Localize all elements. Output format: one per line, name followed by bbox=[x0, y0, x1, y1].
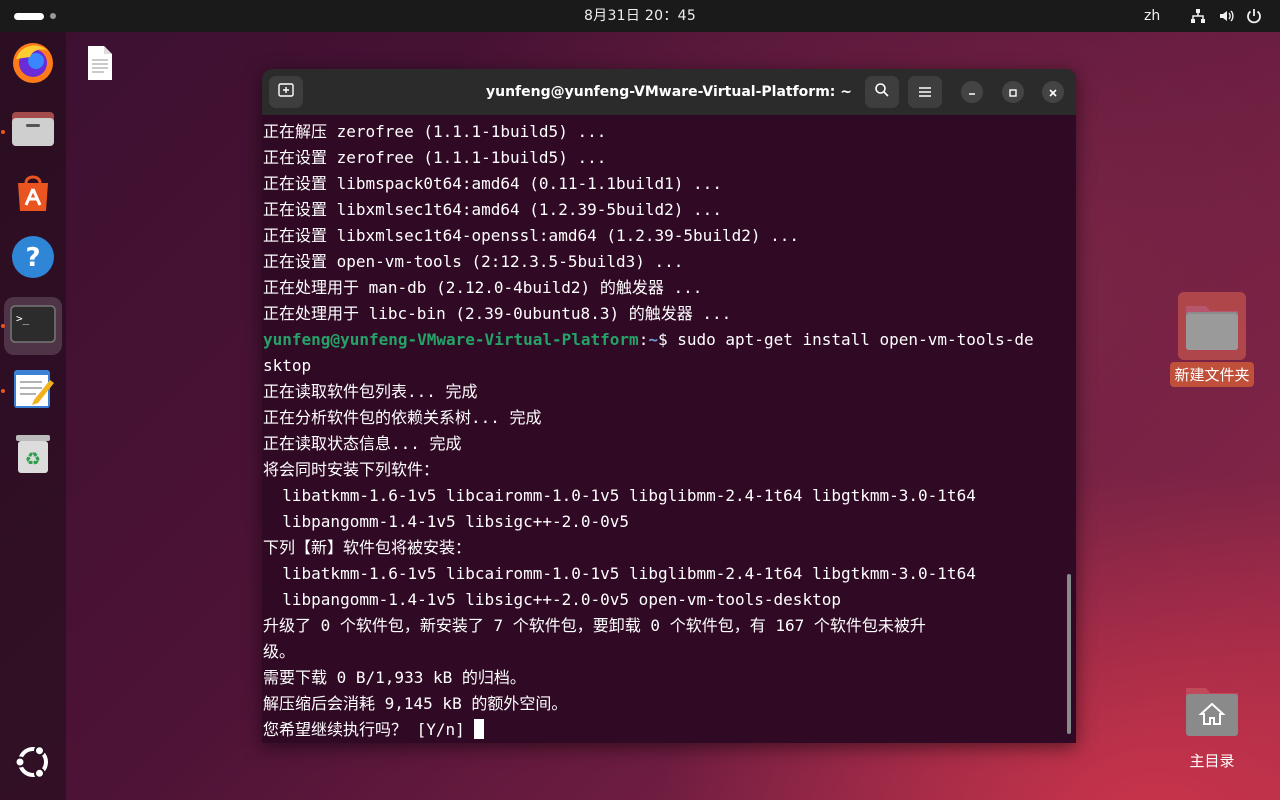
close-icon bbox=[1048, 83, 1058, 102]
power-icon bbox=[1246, 8, 1262, 24]
input-method-indicator[interactable]: zh bbox=[1144, 0, 1160, 32]
terminal-scrollbar[interactable] bbox=[1067, 574, 1071, 734]
output-line: libpangomm-1.4-1v5 libsigc++-2.0-0v5 bbox=[263, 512, 630, 531]
close-button[interactable] bbox=[1042, 81, 1064, 103]
desktop-home-folder[interactable]: 主目录 bbox=[1170, 682, 1254, 771]
prompt-symbol: $ bbox=[657, 330, 668, 349]
clock[interactable]: 8月31日 20：45 bbox=[0, 0, 1280, 32]
output-line: 正在设置 libxmlsec1t64-openssl:amd64 (1.2.39… bbox=[263, 226, 800, 245]
dock-app-center[interactable] bbox=[4, 165, 62, 223]
search-button[interactable] bbox=[865, 76, 899, 108]
svg-text:?: ? bbox=[25, 243, 40, 273]
dock-text-editor[interactable] bbox=[4, 362, 62, 420]
terminal-headerbar[interactable]: yunfeng@yunfeng-VMware-Virtual-Platform:… bbox=[262, 69, 1076, 115]
top-bar: 8月31日 20：45 zh bbox=[0, 0, 1280, 32]
dock-terminal[interactable]: >_ bbox=[4, 297, 62, 355]
output-line: 正在解压 zerofree (1.1.1-1build5) ... bbox=[263, 122, 607, 141]
svg-text:>_: >_ bbox=[16, 312, 30, 325]
dock-files[interactable] bbox=[4, 100, 62, 158]
output-line: libatkmm-1.6-1v5 libcairomm-1.0-1v5 libg… bbox=[263, 486, 976, 505]
maximize-button[interactable] bbox=[1002, 81, 1024, 103]
new-folder-label: 新建文件夹 bbox=[1170, 362, 1254, 387]
trash-icon: ♻ bbox=[10, 431, 56, 481]
home-folder-icon bbox=[1178, 682, 1246, 742]
command-text: sudo apt-get install open-vm-tools-de bbox=[667, 330, 1034, 349]
dock-help[interactable]: ? bbox=[4, 230, 62, 288]
output-line: libatkmm-1.6-1v5 libcairomm-1.0-1v5 libg… bbox=[263, 564, 976, 583]
volume-icon bbox=[1218, 8, 1234, 24]
dock: ? >_ ♻ bbox=[0, 32, 66, 800]
output-line: 正在分析软件包的依赖关系树... 完成 bbox=[263, 408, 542, 427]
desktop-file[interactable] bbox=[74, 34, 124, 84]
command-line: yunfeng@yunfeng-VMware-Virtual-Platform:… bbox=[263, 327, 1062, 353]
output-line: 正在读取状态信息... 完成 bbox=[263, 434, 462, 453]
output-line: 正在读取软件包列表... 完成 bbox=[263, 382, 478, 401]
output-line: 级。 bbox=[263, 642, 296, 661]
output-line: 正在处理用于 libc-bin (2.39-0ubuntu8.3) 的触发器 .… bbox=[263, 304, 732, 323]
text-cursor bbox=[474, 719, 485, 739]
output-line: 正在设置 open-vm-tools (2:12.3.5-5build3) ..… bbox=[263, 252, 684, 271]
folder-icon bbox=[1178, 292, 1246, 360]
files-icon bbox=[10, 104, 56, 154]
show-apps-button[interactable] bbox=[4, 735, 62, 793]
desktop-new-folder[interactable]: 新建文件夹 bbox=[1170, 292, 1254, 387]
firefox-icon bbox=[10, 39, 56, 89]
output-line: 下列【新】软件包将被安装： bbox=[263, 538, 472, 557]
output-line: 解压缩后会消耗 9,145 kB 的额外空间。 bbox=[263, 694, 568, 713]
prompt-separator: : bbox=[638, 330, 649, 349]
confirm-prompt-text: 您希望继续执行吗？ [Y/n] bbox=[263, 720, 475, 739]
search-icon bbox=[874, 82, 890, 102]
running-indicator bbox=[1, 324, 5, 328]
output-line: libpangomm-1.4-1v5 libsigc++-2.0-0v5 ope… bbox=[263, 590, 841, 609]
output-line: 正在设置 libxmlsec1t64:amd64 (1.2.39-5build2… bbox=[263, 200, 722, 219]
output-line: 正在设置 zerofree (1.1.1-1build5) ... bbox=[263, 148, 607, 167]
terminal-output[interactable]: 正在解压 zerofree (1.1.1-1build5) ... 正在设置 z… bbox=[262, 115, 1062, 743]
output-line: 升级了 0 个软件包，新安装了 7 个软件包，要卸载 0 个软件包，有 167 … bbox=[263, 616, 926, 635]
menu-button[interactable] bbox=[908, 76, 942, 108]
output-line: 正在处理用于 man-db (2.12.0-4build2) 的触发器 ... bbox=[263, 278, 703, 297]
network-icon bbox=[1190, 8, 1206, 24]
output-line: 需要下载 0 B/1,933 kB 的归档。 bbox=[263, 668, 526, 687]
terminal-window[interactable]: yunfeng@yunfeng-VMware-Virtual-Platform:… bbox=[262, 69, 1076, 743]
output-line: 正在设置 libmspack0t64:amd64 (0.11-1.1build1… bbox=[263, 174, 722, 193]
minimize-button[interactable] bbox=[961, 81, 983, 103]
hamburger-menu-icon bbox=[918, 83, 932, 102]
output-line: sktop bbox=[263, 356, 312, 375]
prompt-path: ~ bbox=[648, 330, 658, 349]
window-title: yunfeng@yunfeng-VMware-Virtual-Platform:… bbox=[485, 84, 852, 100]
svg-text:♻: ♻ bbox=[25, 449, 41, 470]
confirm-prompt-line[interactable]: 您希望继续执行吗？ [Y/n] bbox=[263, 717, 1062, 743]
help-icon: ? bbox=[10, 234, 56, 284]
text-editor-icon bbox=[10, 366, 56, 416]
minimize-icon bbox=[967, 83, 977, 102]
document-icon bbox=[74, 46, 124, 88]
system-tray[interactable] bbox=[1190, 7, 1262, 25]
app-center-icon bbox=[10, 169, 56, 219]
dock-firefox[interactable] bbox=[4, 35, 62, 93]
output-line: 将会同时安装下列软件： bbox=[263, 460, 440, 479]
dock-trash[interactable]: ♻ bbox=[4, 427, 62, 485]
maximize-icon bbox=[1008, 83, 1018, 102]
prompt-user: yunfeng@yunfeng-VMware-Virtual-Platform bbox=[263, 330, 639, 349]
running-indicator bbox=[1, 389, 5, 393]
home-folder-label: 主目录 bbox=[1189, 752, 1235, 770]
terminal-icon: >_ bbox=[10, 301, 56, 351]
running-indicator bbox=[1, 130, 5, 134]
ubuntu-logo-icon bbox=[13, 742, 53, 786]
